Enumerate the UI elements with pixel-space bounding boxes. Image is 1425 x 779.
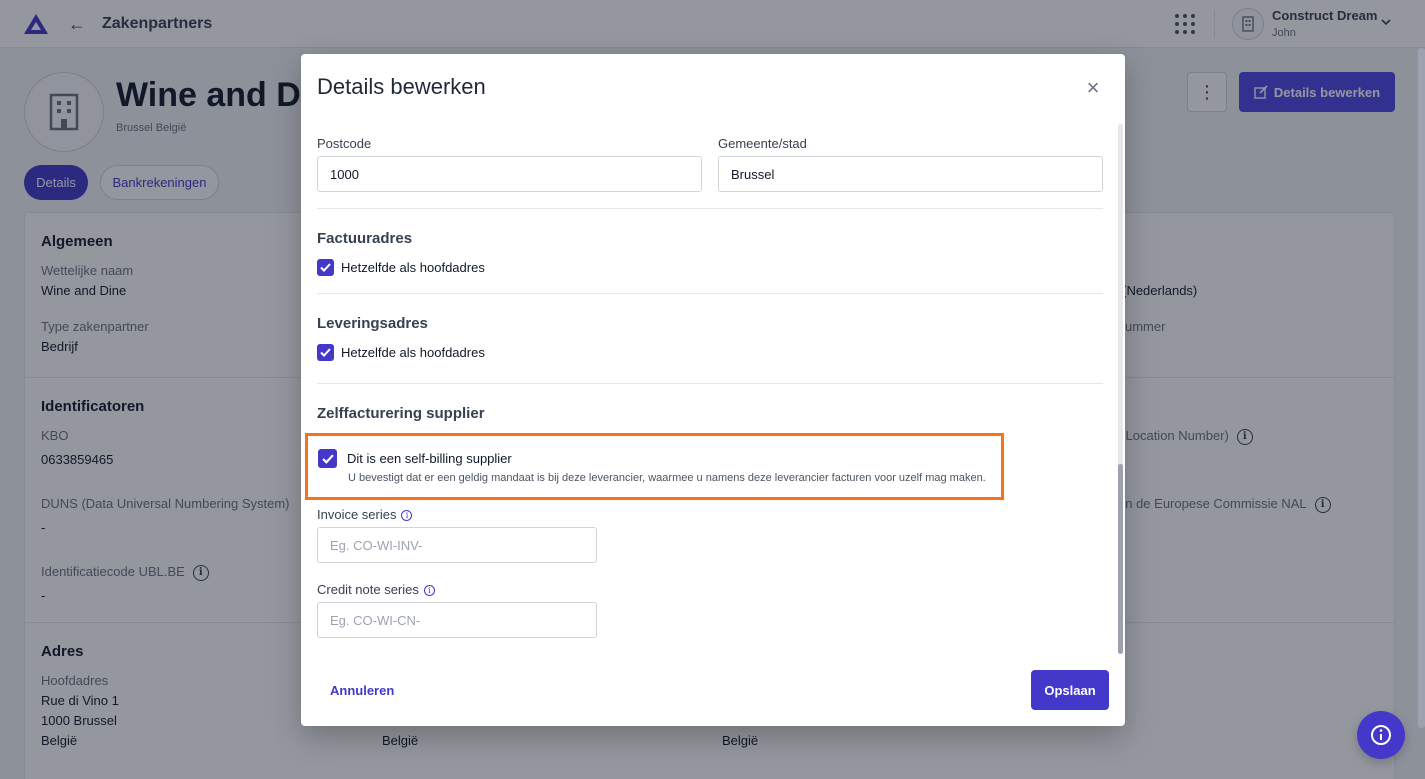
postcode-label: Postcode — [317, 136, 372, 151]
divider — [317, 208, 1103, 209]
page-scrollbar[interactable] — [1418, 48, 1425, 728]
checkmark-icon — [321, 453, 334, 464]
info-icon[interactable]: i — [423, 585, 435, 596]
modal-scrollbar-thumb[interactable] — [1118, 464, 1123, 654]
checkmark-icon — [320, 348, 331, 357]
invoice-same-label[interactable]: Hetzelfde als hoofdadres — [341, 260, 485, 275]
credit-note-series-input[interactable] — [317, 602, 597, 638]
self-billing-highlight — [305, 433, 1004, 500]
help-button[interactable] — [1357, 711, 1405, 759]
city-label: Gemeente/stad — [718, 136, 807, 151]
city-input[interactable] — [718, 156, 1103, 192]
credit-note-series-label: Credit note series i — [317, 582, 435, 597]
edit-details-modal: Details bewerken × Postcode Gemeente/sta… — [301, 54, 1125, 726]
self-billing-checkbox[interactable] — [318, 449, 337, 468]
invoice-series-label: Invoice series i — [317, 507, 413, 522]
delivery-same-label[interactable]: Hetzelfde als hoofdadres — [341, 345, 485, 360]
save-button[interactable]: Opslaan — [1031, 670, 1109, 710]
cancel-button[interactable]: Annuleren — [330, 683, 394, 698]
info-icon[interactable]: i — [401, 510, 413, 521]
postcode-input[interactable] — [317, 156, 702, 192]
checkmark-icon — [320, 263, 331, 272]
invoice-series-label-text: Invoice series — [317, 507, 397, 522]
self-billing-heading: Zelffacturering supplier — [317, 405, 485, 422]
credit-note-series-label-text: Credit note series — [317, 582, 419, 597]
delivery-address-heading: Leveringsadres — [317, 315, 428, 332]
invoice-series-input[interactable] — [317, 527, 597, 563]
self-billing-label[interactable]: Dit is een self-billing supplier — [347, 451, 512, 466]
divider — [317, 383, 1103, 384]
invoice-same-checkbox[interactable] — [317, 259, 334, 276]
delivery-same-checkbox[interactable] — [317, 344, 334, 361]
close-icon[interactable]: × — [1081, 76, 1105, 100]
self-billing-description: U bevestigt dat er een geldig mandaat is… — [348, 472, 986, 484]
divider — [317, 293, 1103, 294]
help-info-icon — [1371, 725, 1391, 745]
invoice-address-heading: Factuuradres — [317, 230, 413, 247]
modal-title: Details bewerken — [317, 74, 486, 99]
